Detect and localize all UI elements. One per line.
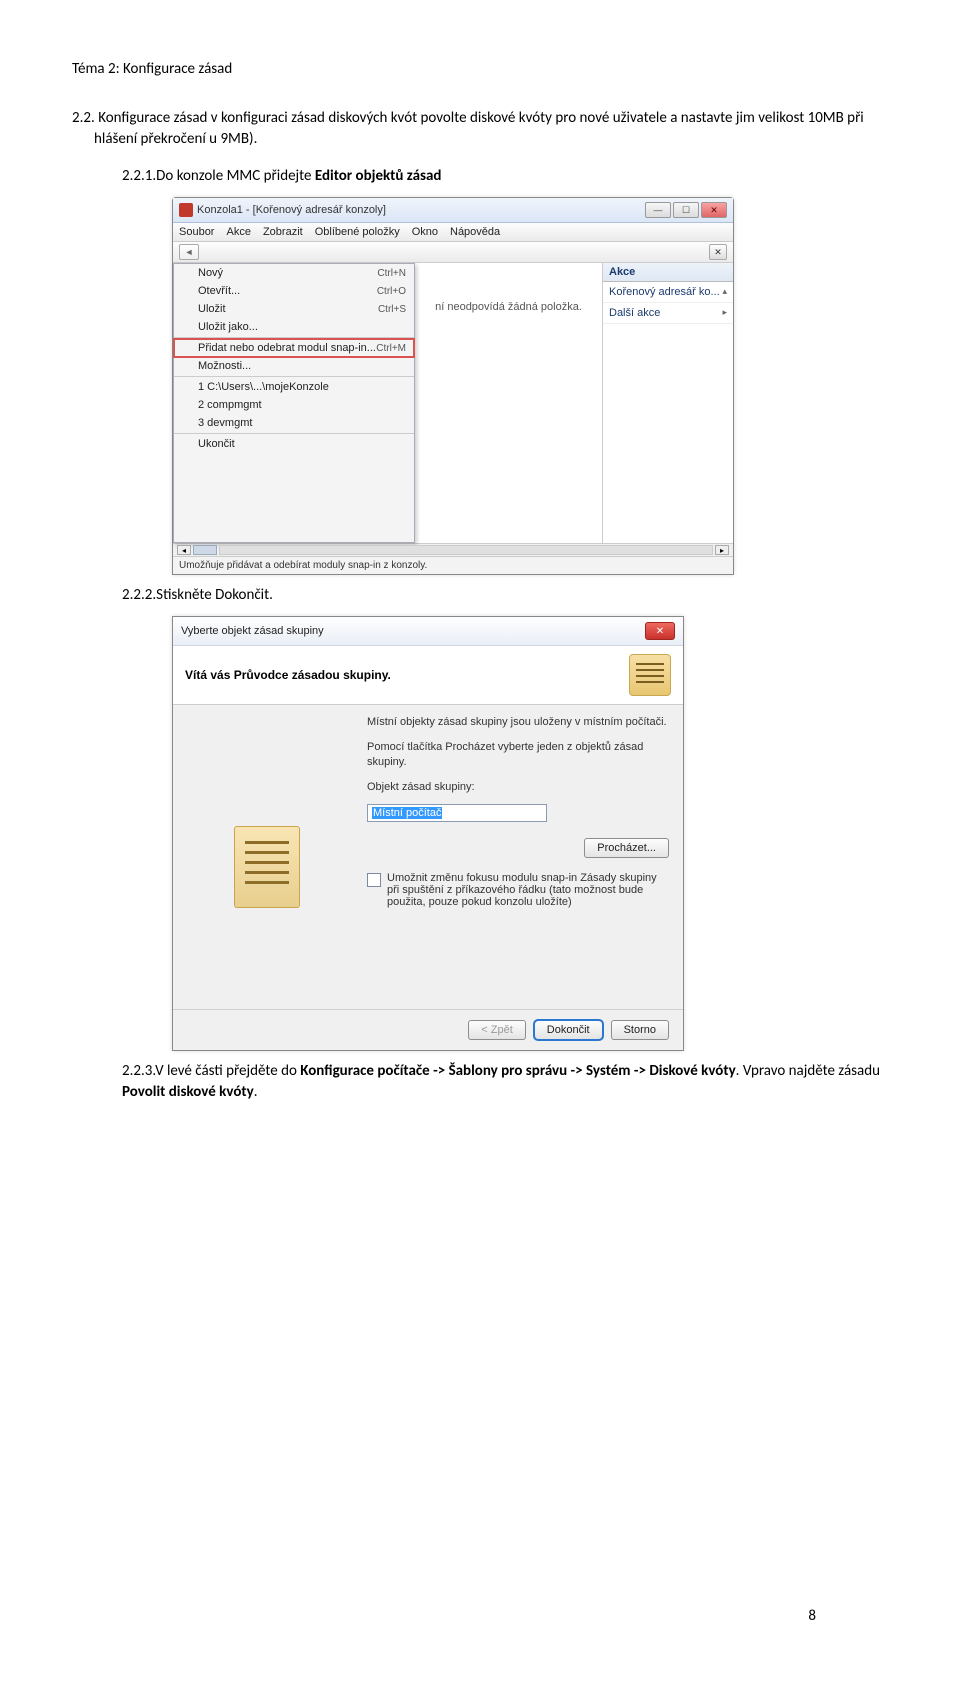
scrollbar[interactable]: ◂ ▸ — [173, 543, 733, 556]
focus-checkbox[interactable] — [367, 873, 381, 887]
page-number: 8 — [808, 1607, 816, 1625]
actions-row-more[interactable]: Další akce▸ — [603, 303, 733, 324]
step1-num: 2.2.1. — [122, 167, 156, 185]
menu-oblibene[interactable]: Oblíbené položky — [315, 226, 400, 238]
step-2-2-2: 2.2.2.Stiskněte Dokončit. — [122, 585, 888, 606]
window-buttons: — ☐ ✕ — [645, 202, 727, 218]
mmc-window: Konzola1 - [Kořenový adresář konzoly] — … — [172, 197, 734, 575]
focus-checkbox-label: Umožnit změnu fokusu modulu snap-in Zása… — [387, 872, 669, 908]
wizard-footer: < Zpět Dokončit Storno — [173, 1009, 683, 1050]
menu-item-moznosti[interactable]: Možnosti... — [174, 357, 414, 375]
focus-checkbox-row: Umožnit změnu fokusu modulu snap-in Zása… — [367, 872, 669, 908]
menu-item-ukoncit[interactable]: Ukončit — [174, 435, 414, 453]
gpo-object-input[interactable]: Místní počítač — [367, 804, 547, 822]
wizard-title-text: Vyberte objekt zásad skupiny — [181, 625, 645, 637]
gpo-object-value: Místní počítač — [372, 807, 442, 819]
step3-num: 2.2.3. — [122, 1062, 155, 1080]
menu-item-ulozit[interactable]: UložitCtrl+S — [174, 300, 414, 318]
menu-item-ulozit-jako[interactable]: Uložit jako... — [174, 318, 414, 336]
mmc-center-pane: ní neodpovídá žádná položka. — [415, 263, 602, 543]
cancel-button[interactable]: Storno — [611, 1020, 669, 1040]
scroll-right-icon[interactable]: ▸ — [715, 545, 729, 555]
mmc-statusbar: Umožňuje přidávat a odebírat moduly snap… — [173, 556, 733, 574]
chevron-right-icon: ▸ — [722, 307, 727, 319]
step3-bold2: Povolit diskové kvóty — [122, 1083, 254, 1101]
menu-napoveda[interactable]: Nápověda — [450, 226, 500, 238]
menu-item-recent-3[interactable]: 3 devmgmt — [174, 414, 414, 432]
step-2-2-1: 2.2.1.Do konzole MMC přidejte Editor obj… — [122, 166, 888, 187]
minimize-button[interactable]: — — [645, 202, 671, 218]
menu-separator — [174, 433, 414, 434]
wizard-close-button[interactable]: ✕ — [645, 622, 675, 640]
actions-pane: Akce Kořenový adresář ko...▴ Další akce▸ — [602, 263, 733, 543]
subwindow-close-icon[interactable]: ✕ — [709, 244, 727, 260]
menu-item-otevrit[interactable]: Otevřít...Ctrl+O — [174, 282, 414, 300]
step3-pre: V levé části přejděte do — [155, 1062, 300, 1080]
menu-okno[interactable]: Okno — [412, 226, 438, 238]
menu-separator — [174, 376, 414, 377]
wizard-p1: Místní objekty zásad skupiny jsou uložen… — [367, 715, 669, 730]
wizard-left-graphic — [187, 715, 347, 995]
scroll-large-icon — [234, 826, 300, 908]
back-button: < Zpět — [468, 1020, 526, 1040]
wizard-right-content: Místní objekty zásad skupiny jsou uložen… — [367, 715, 669, 995]
mmc-app-icon — [179, 203, 193, 217]
menu-item-novy[interactable]: NovýCtrl+N — [174, 264, 414, 282]
menu-akce[interactable]: Akce — [226, 226, 250, 238]
step2-text: Stiskněte Dokončit. — [156, 586, 273, 604]
actions-header: Akce — [603, 263, 733, 282]
step-2-2-3: 2.2.3.V levé části přejděte do Konfigura… — [122, 1061, 888, 1103]
gpo-wizard-dialog: Vyberte objekt zásad skupiny ✕ Vítá vás … — [172, 616, 684, 1051]
step3-bold1: Konfigurace počítače -> Šablony pro sprá… — [300, 1062, 735, 1080]
menu-item-recent-1[interactable]: 1 C:\Users\...\mojeKonzole — [174, 378, 414, 396]
section-text: Konfigurace zásad v konfiguraci zásad di… — [94, 109, 864, 148]
step3-mid: . Vpravo najděte zásadu — [736, 1062, 880, 1080]
mmc-titlebar: Konzola1 - [Kořenový adresář konzoly] — … — [173, 198, 733, 223]
mmc-title-text: Konzola1 - [Kořenový adresář konzoly] — [197, 204, 641, 216]
step3-end: . — [254, 1083, 258, 1101]
step1-bold: Editor objektů zásad — [315, 167, 442, 185]
menu-zobrazit[interactable]: Zobrazit — [263, 226, 303, 238]
wizard-body: Místní objekty zásad skupiny jsou uložen… — [173, 705, 683, 1009]
wizard-titlebar: Vyberte objekt zásad skupiny ✕ — [173, 617, 683, 646]
scroll-icon — [629, 654, 671, 696]
file-dropdown-menu: NovýCtrl+N Otevřít...Ctrl+O UložitCtrl+S… — [173, 263, 415, 543]
wizard-p2: Pomocí tlačítka Procházet vyberte jeden … — [367, 740, 669, 770]
mmc-menubar: Soubor Akce Zobrazit Oblíbené položky Ok… — [173, 223, 733, 242]
section-num: 2.2. — [72, 109, 95, 127]
wizard-banner: Vítá vás Průvodce zásadou skupiny. — [173, 646, 683, 705]
scroll-thumb[interactable] — [193, 545, 217, 555]
menu-soubor[interactable]: Soubor — [179, 226, 214, 238]
step2-num: 2.2.2. — [122, 586, 156, 604]
menu-item-snapin[interactable]: Přidat nebo odebrat modul snap-in...Ctrl… — [174, 339, 414, 357]
menu-separator — [174, 337, 414, 338]
sort-arrow-icon: ▴ — [722, 286, 727, 298]
menu-item-recent-2[interactable]: 2 compmgmt — [174, 396, 414, 414]
section-2-2: 2.2. Konfigurace zásad v konfiguraci zás… — [94, 108, 888, 150]
gpo-field-label: Objekt zásad skupiny: — [367, 780, 669, 795]
maximize-button[interactable]: ☐ — [673, 202, 699, 218]
browse-button[interactable]: Procházet... — [584, 838, 669, 858]
page-header: Téma 2: Konfigurace zásad — [72, 60, 888, 78]
finish-button[interactable]: Dokončit — [534, 1020, 603, 1040]
scroll-left-icon[interactable]: ◂ — [177, 545, 191, 555]
close-button[interactable]: ✕ — [701, 202, 727, 218]
mmc-secondary-bar: ◄ ✕ — [173, 242, 733, 263]
step1-pre: Do konzole MMC přidejte — [156, 167, 315, 185]
empty-message: ní neodpovídá žádná položka. — [435, 301, 582, 313]
actions-row-root[interactable]: Kořenový adresář ko...▴ — [603, 282, 733, 303]
nav-back-icon[interactable]: ◄ — [179, 244, 199, 260]
scroll-track[interactable] — [219, 545, 713, 555]
mmc-body: NovýCtrl+N Otevřít...Ctrl+O UložitCtrl+S… — [173, 263, 733, 543]
wizard-banner-text: Vítá vás Průvodce zásadou skupiny. — [185, 668, 391, 682]
